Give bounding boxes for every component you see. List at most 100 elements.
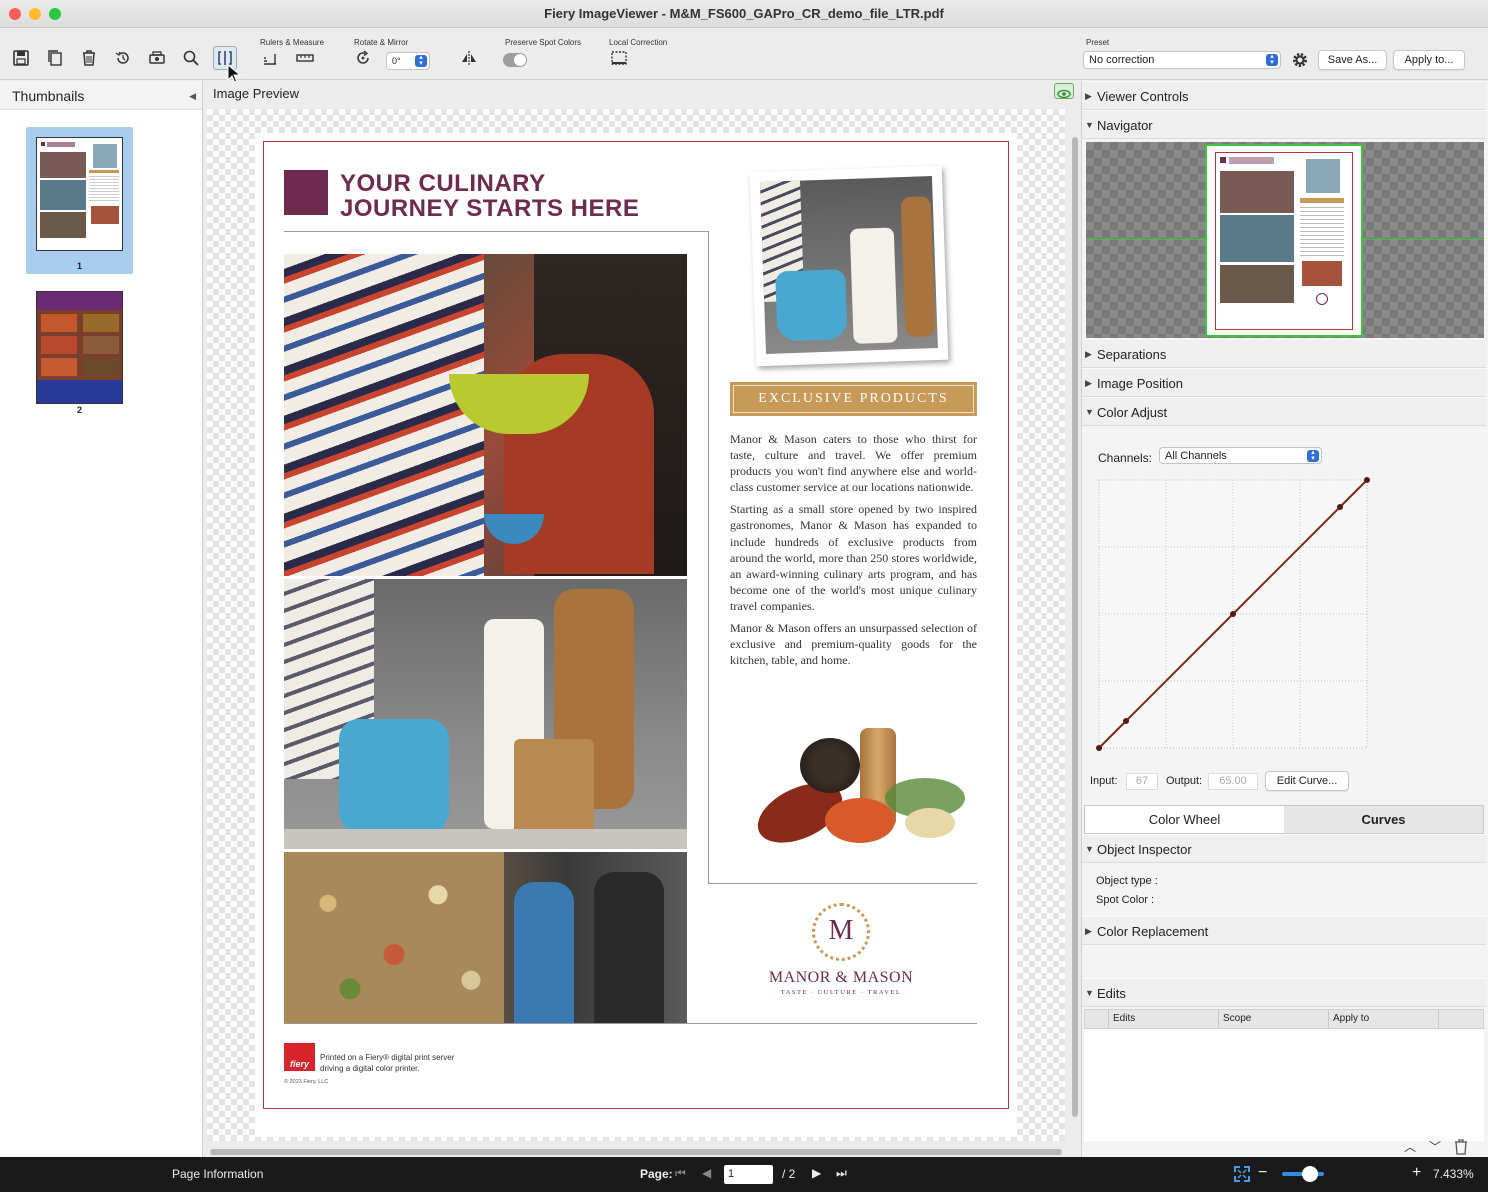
curve-point[interactable] — [1230, 611, 1236, 617]
disclosure-down-icon: ▼ — [1085, 988, 1094, 998]
divider-line — [284, 1023, 977, 1024]
delete-edit-icon[interactable] — [1454, 1139, 1468, 1155]
chevron-updown-icon: ▴ ▾ — [1307, 449, 1319, 462]
rotate-angle-select[interactable]: 0° ▴ ▾ — [386, 52, 430, 70]
divider-line — [708, 883, 977, 884]
output-label: Output: — [1166, 775, 1203, 787]
page-label: Page: — [640, 1167, 673, 1181]
mirror-icon[interactable] — [457, 46, 481, 70]
chevron-updown-icon: ▴ ▾ — [1266, 53, 1278, 66]
divider-vertical — [708, 231, 709, 883]
fit-to-window-icon[interactable] — [1234, 1166, 1250, 1182]
zoom-slider[interactable] — [1282, 1166, 1324, 1182]
curve-output-field[interactable]: 65.00 — [1208, 773, 1258, 790]
logo-name: MANOR & MASON — [768, 969, 914, 986]
measure-icon[interactable] — [293, 46, 317, 70]
preview-canvas[interactable]: YOUR CULINARY JOURNEY STARTS HERE EXCLUS… — [207, 109, 1065, 1141]
preset-select[interactable]: No correction ▴ ▾ — [1083, 51, 1281, 69]
tab-curves[interactable]: Curves — [1284, 806, 1483, 833]
column-scope[interactable]: Scope — [1219, 1010, 1329, 1028]
manor-mason-logo: M — [812, 903, 870, 961]
print-preview-icon[interactable] — [145, 46, 169, 70]
zoom-slider-knob[interactable] — [1302, 1166, 1318, 1182]
headline-square — [284, 170, 328, 215]
section-title: Viewer Controls — [1097, 89, 1189, 104]
edit-curve-button[interactable]: Edit Curve... — [1265, 771, 1349, 791]
local-correction-icon[interactable] — [607, 46, 631, 70]
thumbnail-page-1[interactable]: 1 — [26, 127, 133, 274]
disclosure-down-icon: ▼ — [1085, 407, 1094, 417]
collapse-left-icon[interactable]: ◀ — [189, 81, 196, 111]
zoom-window-button[interactable] — [49, 8, 61, 20]
curve-point[interactable] — [1096, 745, 1102, 751]
ruler-icon[interactable] — [258, 46, 282, 70]
preserve-spot-toggle[interactable] — [503, 53, 527, 67]
search-icon[interactable] — [179, 46, 203, 70]
rotate-icon[interactable] — [351, 46, 375, 70]
section-separations[interactable]: ▶ Separations — [1082, 339, 1486, 368]
title-bar: Fiery ImageViewer - M&M_FS600_GAPro_CR_d… — [0, 0, 1488, 28]
section-title: Navigator — [1097, 118, 1153, 133]
thumbnail-page-2[interactable]: 2 — [26, 281, 133, 428]
navigator-view[interactable] — [1086, 142, 1484, 338]
document-page: YOUR CULINARY JOURNEY STARTS HERE EXCLUS… — [255, 133, 1017, 1137]
curves-graph[interactable] — [1096, 477, 1371, 752]
navigator-viewport[interactable] — [1205, 144, 1363, 337]
inspector-panel: ▶ Viewer Controls ▼ Navigator ▶ Separations… — [1081, 81, 1488, 1157]
fiery-logo: fiery — [284, 1043, 315, 1071]
curve-point[interactable] — [1364, 477, 1370, 483]
section-color-replacement[interactable]: ▶ Color Replacement — [1082, 916, 1486, 945]
move-down-icon[interactable]: ﹀ — [1429, 1138, 1441, 1155]
close-window-button[interactable] — [9, 8, 21, 20]
apply-to-button[interactable]: Apply to... — [1393, 50, 1465, 70]
tab-color-wheel[interactable]: Color Wheel — [1085, 806, 1284, 833]
thumbnails-header: Thumbnails ◀ — [0, 81, 202, 110]
section-title: Image Position — [1097, 376, 1183, 391]
body-paragraph-3: Manor & Mason offers an unsurpassed sele… — [730, 621, 977, 668]
curve-point[interactable] — [1123, 718, 1129, 724]
curve-input-field[interactable]: 67 — [1126, 773, 1158, 790]
section-object-inspector[interactable]: ▼ Object Inspector — [1082, 834, 1486, 863]
disclosure-right-icon: ▶ — [1085, 349, 1092, 359]
photo-spices — [735, 718, 975, 868]
photo-kitchen-utensils — [284, 579, 687, 849]
section-color-adjust[interactable]: ▼ Color Adjust — [1082, 397, 1486, 426]
save-icon[interactable] — [9, 46, 33, 70]
section-viewer-controls[interactable]: ▶ Viewer Controls — [1082, 81, 1486, 110]
photo-framed-pitchers — [749, 165, 949, 367]
horizontal-scrollbar[interactable] — [210, 1149, 1062, 1155]
page-number-input[interactable]: 1 — [724, 1165, 773, 1184]
gear-icon[interactable] — [1288, 48, 1312, 72]
page-information-button[interactable]: Page Information — [172, 1167, 263, 1181]
first-page-icon[interactable]: ⏮ — [675, 1166, 686, 1181]
image-preview-title: Image Preview — [213, 86, 299, 101]
section-edits[interactable]: ▼ Edits — [1082, 978, 1486, 1007]
column-edits[interactable]: Edits — [1109, 1010, 1219, 1028]
duplicate-icon[interactable] — [43, 46, 67, 70]
section-navigator[interactable]: ▼ Navigator — [1082, 110, 1486, 139]
disclosure-right-icon: ▶ — [1085, 91, 1092, 101]
vertical-scrollbar[interactable] — [1072, 137, 1078, 1117]
column-apply-to[interactable]: Apply to — [1329, 1010, 1439, 1028]
curve-point[interactable] — [1337, 504, 1343, 510]
zoom-in-icon[interactable]: + — [1412, 1164, 1421, 1182]
thumbnails-panel: Thumbnails ◀ 1 2 — [0, 81, 203, 1157]
logo-tagline: TASTE · CULTURE · TRAVEL — [780, 989, 902, 996]
last-page-icon[interactable]: ⏭ — [836, 1166, 847, 1181]
eye-icon[interactable] — [1054, 83, 1074, 99]
object-type-label: Object type : — [1096, 875, 1158, 887]
printed-on-text: Printed on a Fiery® digital print server… — [320, 1052, 454, 1074]
color-adjust-tabs: Color Wheel Curves — [1084, 805, 1484, 834]
move-up-icon[interactable]: ︿ — [1404, 1138, 1416, 1155]
save-as-button[interactable]: Save As... — [1318, 50, 1387, 70]
zoom-out-icon[interactable]: − — [1258, 1164, 1267, 1182]
minimize-window-button[interactable] — [29, 8, 41, 20]
body-text: Manor & Mason caters to those who thirst… — [730, 431, 977, 668]
channels-select[interactable]: All Channels ▴ ▾ — [1159, 447, 1322, 464]
logo-letter: M — [828, 915, 854, 946]
trash-icon[interactable] — [77, 46, 101, 70]
previous-page-icon[interactable]: ◀ — [702, 1166, 711, 1180]
section-image-position[interactable]: ▶ Image Position — [1082, 368, 1486, 397]
next-page-icon[interactable]: ▶ — [812, 1166, 821, 1180]
history-icon[interactable] — [111, 46, 135, 70]
